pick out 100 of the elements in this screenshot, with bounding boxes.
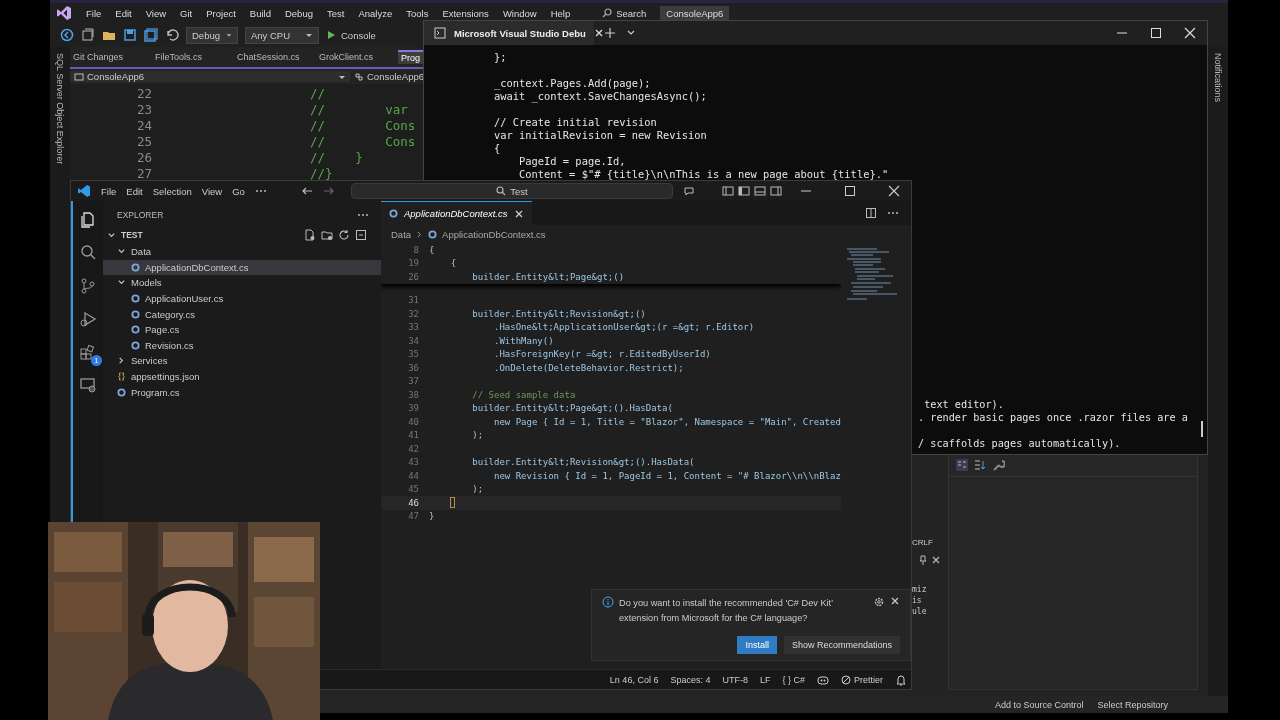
tree-item[interactable]: Services <box>103 353 381 369</box>
menu-item[interactable]: View <box>201 185 223 197</box>
secondary-sidebar-icon[interactable] <box>770 185 782 197</box>
search-icon[interactable] <box>79 244 97 262</box>
tree-item[interactable]: Models <box>103 275 381 291</box>
menu-item[interactable]: Help <box>550 7 571 19</box>
menu-item[interactable]: File <box>86 7 102 19</box>
tree-item[interactable]: ApplicationUser.cs <box>103 290 381 307</box>
extensions-icon[interactable] <box>79 343 97 361</box>
chevron-down-icon[interactable] <box>107 230 116 240</box>
pin-icon[interactable] <box>918 555 928 565</box>
menu-item[interactable]: Tools <box>406 7 429 19</box>
line-number: 46 <box>407 497 419 508</box>
chat-icon[interactable] <box>682 185 695 197</box>
files-icon[interactable] <box>79 211 97 229</box>
menu-item[interactable]: Go <box>232 185 245 197</box>
run-debug-icon[interactable] <box>79 310 97 328</box>
status-item[interactable]: Add to Source Control <box>994 699 1084 710</box>
menu-item[interactable]: Analyze <box>358 7 393 19</box>
document-tab[interactable]: Prog <box>398 50 423 64</box>
menu-item[interactable]: Project <box>206 7 236 19</box>
layout-icon[interactable] <box>722 185 734 197</box>
sort-icon[interactable] <box>973 458 987 472</box>
new-project-icon[interactable] <box>81 28 95 42</box>
back-arrow-icon[interactable] <box>300 185 313 197</box>
tree-item[interactable]: appsettings.json <box>103 368 381 385</box>
platform-dropdown[interactable]: Any CPU <box>245 26 319 44</box>
undo-icon[interactable] <box>165 28 179 42</box>
menu-item[interactable]: Git <box>180 7 193 19</box>
menu-item[interactable]: Selection <box>152 185 192 197</box>
status-item[interactable]: Ln 46, Col 6 <box>609 674 659 685</box>
maximize-icon[interactable] <box>844 185 856 197</box>
close-icon[interactable] <box>890 596 900 606</box>
menu-item[interactable]: Build <box>249 7 271 19</box>
menu-item[interactable]: File <box>101 185 117 197</box>
save-icon[interactable] <box>123 28 137 42</box>
breadcrumb-item[interactable]: ApplicationDbContext.cs <box>442 228 546 240</box>
remote-explorer-icon[interactable] <box>79 376 97 394</box>
new-folder-icon[interactable] <box>321 229 333 241</box>
menu-item[interactable]: Test <box>326 7 345 19</box>
status-item[interactable]: Select Repository <box>1097 699 1168 710</box>
menu-item[interactable]: Extensions <box>442 7 489 19</box>
project-dropdown[interactable]: ConsoleApp6 <box>70 71 350 82</box>
class-dropdown[interactable]: ConsoleApp6 <box>350 71 425 82</box>
document-tab[interactable]: FileTools.cs <box>152 49 234 65</box>
close-icon[interactable] <box>513 208 524 219</box>
folder-label[interactable]: TEST <box>121 230 143 240</box>
configuration-dropdown[interactable]: Debug <box>186 26 238 44</box>
line-ending-label[interactable]: CRLF <box>912 538 933 547</box>
tree-item[interactable]: Program.cs <box>103 384 381 400</box>
tree-item[interactable]: Category.cs <box>103 306 381 322</box>
search-field[interactable]: Test <box>350 183 673 199</box>
collapse-icon[interactable] <box>355 229 367 241</box>
menu-item[interactable]: Edit <box>115 7 132 19</box>
forward-arrow-icon[interactable] <box>322 185 335 197</box>
split-editor-icon[interactable] <box>865 207 877 219</box>
close-icon[interactable] <box>1184 27 1196 39</box>
back-icon[interactable] <box>60 28 74 42</box>
save-all-icon[interactable] <box>144 28 158 42</box>
settings-icon[interactable] <box>873 596 885 608</box>
source-control-icon[interactable] <box>79 277 97 295</box>
close-icon[interactable] <box>931 555 941 565</box>
close-icon[interactable] <box>593 28 604 38</box>
side-tab[interactable]: SQL Server Object Explorer <box>55 53 65 165</box>
status-item[interactable]: LF <box>759 674 771 685</box>
categorized-icon[interactable] <box>955 458 969 472</box>
side-tab[interactable]: Notifications <box>1213 53 1223 103</box>
maximize-icon[interactable] <box>1150 27 1162 39</box>
search-button[interactable]: Search <box>602 7 647 19</box>
tree-item[interactable]: Revision.cs <box>103 337 381 354</box>
panel-icon[interactable] <box>754 185 766 197</box>
status-item[interactable]: UTF-8 <box>722 674 748 685</box>
bell-icon[interactable] <box>895 673 907 686</box>
tree-item[interactable]: Data <box>103 244 381 260</box>
document-tab[interactable]: GrokClient.cs <box>316 49 398 65</box>
editor-tab[interactable]: ApplicationDbContext.cs <box>381 201 532 225</box>
recommendations-button[interactable]: Show Recommendations <box>783 636 900 654</box>
menu-item[interactable]: Window <box>502 7 537 19</box>
menu-item[interactable]: Debug <box>284 7 313 19</box>
formatter-status[interactable]: Prettier <box>841 674 883 685</box>
breadcrumb-item[interactable]: Data <box>391 228 412 240</box>
scrollbar[interactable] <box>1201 421 1203 437</box>
menu-item[interactable]: View <box>145 7 167 19</box>
menu-item[interactable]: Edit <box>126 185 143 197</box>
sidebar-icon[interactable] <box>738 185 750 197</box>
document-tab[interactable]: Git Changes <box>70 49 152 65</box>
close-icon[interactable] <box>888 185 900 197</box>
tree-item[interactable]: ApplicationDbContext.cs <box>103 259 381 276</box>
run-button[interactable]: Console <box>326 29 376 41</box>
wrench-icon[interactable] <box>991 458 1005 472</box>
tree-item[interactable]: Page.cs <box>103 321 381 338</box>
document-tab[interactable]: ChatSession.cs <box>234 49 316 65</box>
new-tab-icon[interactable] <box>604 27 616 39</box>
copilot-icon[interactable] <box>817 673 829 686</box>
status-item[interactable]: { } C# <box>782 674 805 685</box>
status-item[interactable]: Spaces: 4 <box>670 674 711 685</box>
install-button[interactable]: Install <box>737 636 777 654</box>
new-file-icon[interactable] <box>304 229 316 241</box>
refresh-icon[interactable] <box>338 229 350 241</box>
csharp-file-icon <box>428 229 438 239</box>
